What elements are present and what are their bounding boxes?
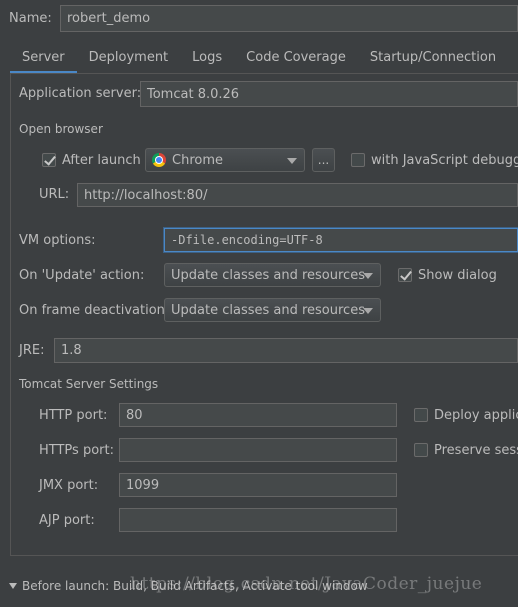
tab-deployment[interactable]: Deployment xyxy=(77,43,181,73)
deploy-label: Deploy applica xyxy=(434,408,518,423)
app-server-label: Application server: xyxy=(19,86,142,101)
on-frame-label: On frame deactivation: xyxy=(19,303,170,318)
tab-startup-connection[interactable]: Startup/Connection xyxy=(358,43,508,73)
tab-logs[interactable]: Logs xyxy=(180,43,234,73)
name-input[interactable]: robert_demo xyxy=(60,5,518,32)
jre-input[interactable]: 1.8 xyxy=(54,338,518,363)
app-server-select[interactable]: Tomcat 8.0.26 xyxy=(140,81,518,107)
url-input[interactable]: http://localhost:80/ xyxy=(77,183,518,207)
on-update-label: On 'Update' action: xyxy=(19,268,145,283)
on-frame-select[interactable]: Update classes and resources xyxy=(164,298,381,322)
url-label: URL: xyxy=(39,187,70,202)
preserve-sessions-label: Preserve sessi xyxy=(434,443,518,458)
jre-label: JRE: xyxy=(19,343,45,358)
jmx-port-input[interactable]: 1099 xyxy=(119,473,397,497)
expand-triangle-icon[interactable] xyxy=(9,583,17,589)
tomcat-settings-title: Tomcat Server Settings xyxy=(19,377,159,391)
vm-options-input[interactable]: -Dfile.encoding=UTF-8 xyxy=(164,228,518,252)
http-port-input[interactable]: 80 xyxy=(119,403,397,427)
preserve-sessions-checkbox[interactable] xyxy=(414,443,428,457)
http-port-label: HTTP port: xyxy=(39,408,108,423)
deploy-checkbox[interactable] xyxy=(414,408,428,422)
jmx-port-label: JMX port: xyxy=(39,478,99,493)
tab-bar: Server Deployment Logs Code Coverage Sta… xyxy=(10,43,508,73)
on-update-select[interactable]: Update classes and resources xyxy=(164,263,381,287)
chrome-icon xyxy=(152,153,166,167)
show-dialog-checkbox[interactable] xyxy=(398,268,412,282)
chevron-down-icon xyxy=(363,308,373,314)
chevron-down-icon xyxy=(363,273,373,279)
js-debugger-checkbox[interactable] xyxy=(351,153,365,167)
js-debugger-label: with JavaScript debugger xyxy=(371,153,518,168)
open-browser-title: Open browser xyxy=(19,122,103,136)
after-launch-label: After launch xyxy=(62,153,141,168)
tab-server[interactable]: Server xyxy=(10,43,77,73)
watermark: https://blog.csdn.net/JavaCoder_juejue xyxy=(130,574,483,594)
name-label: Name: xyxy=(9,11,52,26)
browser-select[interactable]: Chrome xyxy=(145,148,305,172)
https-port-label: HTTPs port: xyxy=(39,443,114,458)
tab-code-coverage[interactable]: Code Coverage xyxy=(234,43,358,73)
ajp-port-input[interactable] xyxy=(119,508,397,532)
https-port-input[interactable] xyxy=(119,438,397,462)
browse-browser-button[interactable]: ... xyxy=(312,148,335,172)
ajp-port-label: AJP port: xyxy=(39,513,95,528)
after-launch-checkbox[interactable] xyxy=(42,153,56,167)
chevron-down-icon xyxy=(287,158,297,164)
show-dialog-label: Show dialog xyxy=(418,268,497,283)
vm-options-label: VM options: xyxy=(19,233,96,248)
